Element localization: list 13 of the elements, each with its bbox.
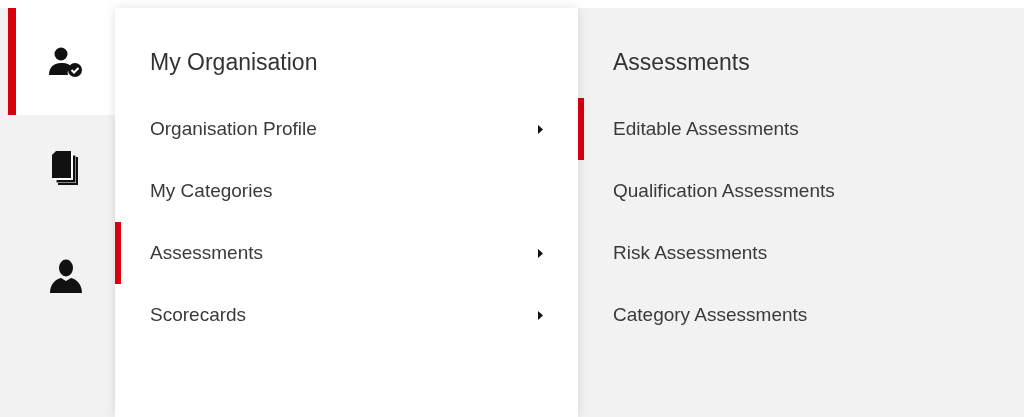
submenu-title: Assessments [613, 48, 751, 76]
submenu-item[interactable]: Editable Assessments [578, 98, 1024, 160]
menu-item[interactable]: Scorecards [115, 284, 578, 346]
user-icon [49, 258, 82, 293]
rail-tab[interactable] [8, 8, 115, 115]
menu-item[interactable]: Organisation Profile [115, 98, 578, 160]
menu-title: My Organisation [150, 48, 319, 76]
menu-item[interactable]: My Categories [115, 160, 578, 222]
user-check-icon [48, 46, 83, 77]
submenu-item[interactable]: Qualification Assessments [578, 160, 1024, 222]
submenu-item[interactable]: Category Assessments [578, 284, 1024, 346]
documents-icon [51, 150, 80, 187]
submenu-item[interactable]: Risk Assessments [578, 222, 1024, 284]
